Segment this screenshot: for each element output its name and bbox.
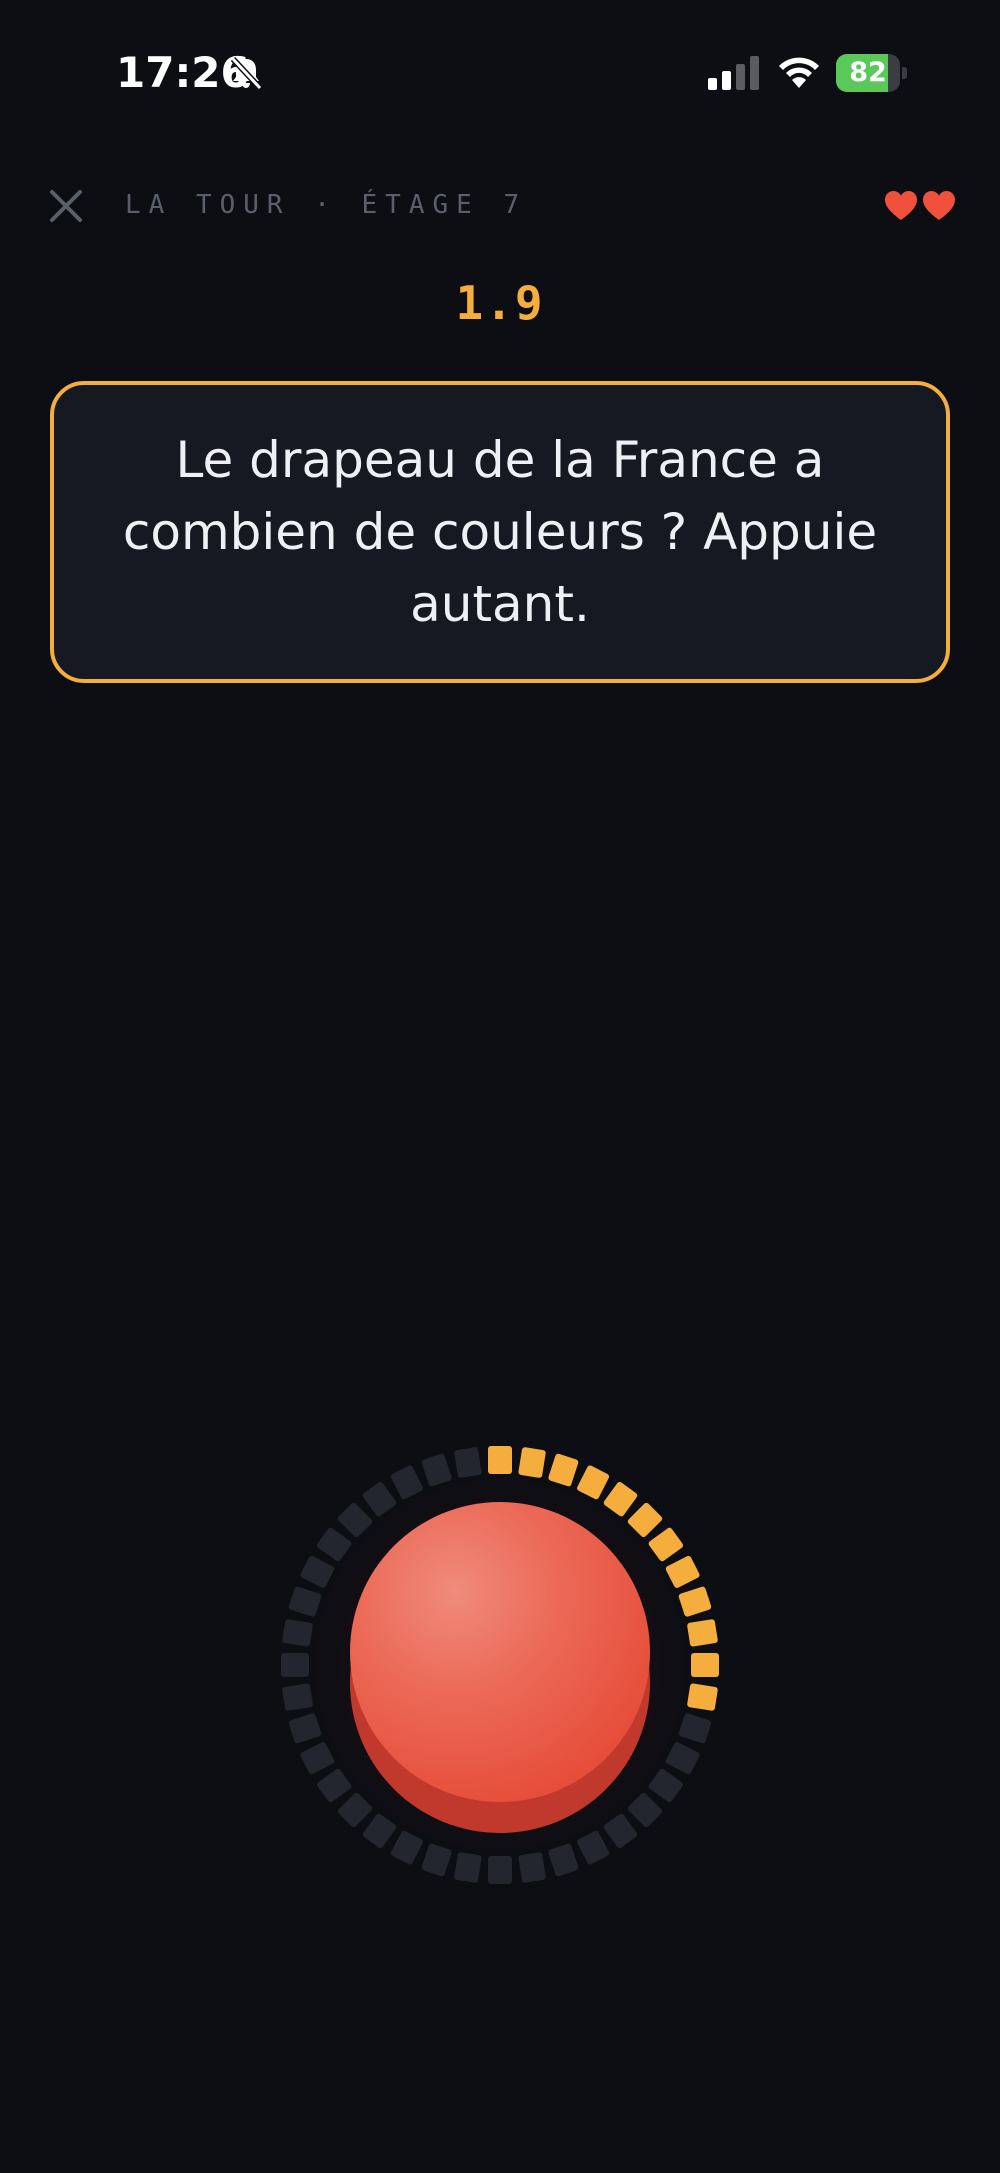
status-bar: 17:26 82 (0, 0, 1000, 150)
question-card: Le drapeau de la France a combien de cou… (50, 381, 950, 683)
ring-segment-empty (678, 1713, 712, 1744)
big-red-button[interactable] (350, 1502, 650, 1833)
ring-segment-empty (577, 1830, 610, 1865)
ring-segment-empty (454, 1852, 482, 1883)
ring-segment-empty (281, 1653, 309, 1677)
level-title: LA TOUR · ÉTAGE 7 (125, 190, 528, 220)
ring-segment-empty (421, 1843, 452, 1877)
battery-cap (902, 67, 907, 79)
ring-segment-empty (300, 1742, 335, 1775)
ring-segment-empty (454, 1447, 482, 1478)
ring-segment-empty (390, 1465, 423, 1500)
ring-segment-empty (421, 1453, 452, 1487)
ring-segment-filled (687, 1619, 718, 1647)
ring-segment-empty (648, 1768, 684, 1803)
ring-segment-empty (316, 1768, 352, 1803)
ring-segment-empty (390, 1830, 423, 1865)
cellular-signal-icon (708, 56, 759, 90)
ring-segment-empty (282, 1619, 313, 1647)
lives-indicator (884, 190, 984, 224)
ring-segment-filled (548, 1453, 579, 1487)
ring-segment-filled (691, 1653, 719, 1677)
close-icon[interactable] (44, 184, 88, 228)
battery-level: 82 (849, 57, 887, 88)
big-button-top (350, 1502, 650, 1802)
ring-segment-filled (518, 1447, 546, 1478)
ring-segment-empty (548, 1843, 579, 1877)
battery-indicator: 82 (836, 54, 908, 92)
ring-segment-empty (282, 1683, 313, 1711)
heart-icon (885, 191, 917, 220)
ring-segment-filled (678, 1586, 712, 1617)
wifi-icon (779, 57, 819, 88)
press-area (270, 1435, 730, 1895)
countdown-timer: 1.9 (455, 276, 545, 330)
ring-segment-empty (518, 1852, 546, 1883)
ring-segment-filled (687, 1683, 718, 1711)
question-text: Le drapeau de la France a combien de cou… (122, 431, 878, 633)
ring-segment-empty (665, 1742, 700, 1775)
heart-icon (923, 191, 955, 220)
ring-segment-empty (288, 1713, 322, 1744)
bell-slash-icon (230, 56, 263, 91)
battery-body: 82 (836, 54, 900, 92)
ring-segment-filled (577, 1465, 610, 1500)
ring-segment-empty (300, 1555, 335, 1588)
ring-segment-empty (288, 1586, 322, 1617)
ring-segment-filled (665, 1555, 700, 1588)
ring-segment-empty (316, 1527, 352, 1562)
ring-segment-empty (488, 1856, 512, 1884)
ring-segment-filled (648, 1527, 684, 1562)
ring-segment-filled (488, 1446, 512, 1474)
